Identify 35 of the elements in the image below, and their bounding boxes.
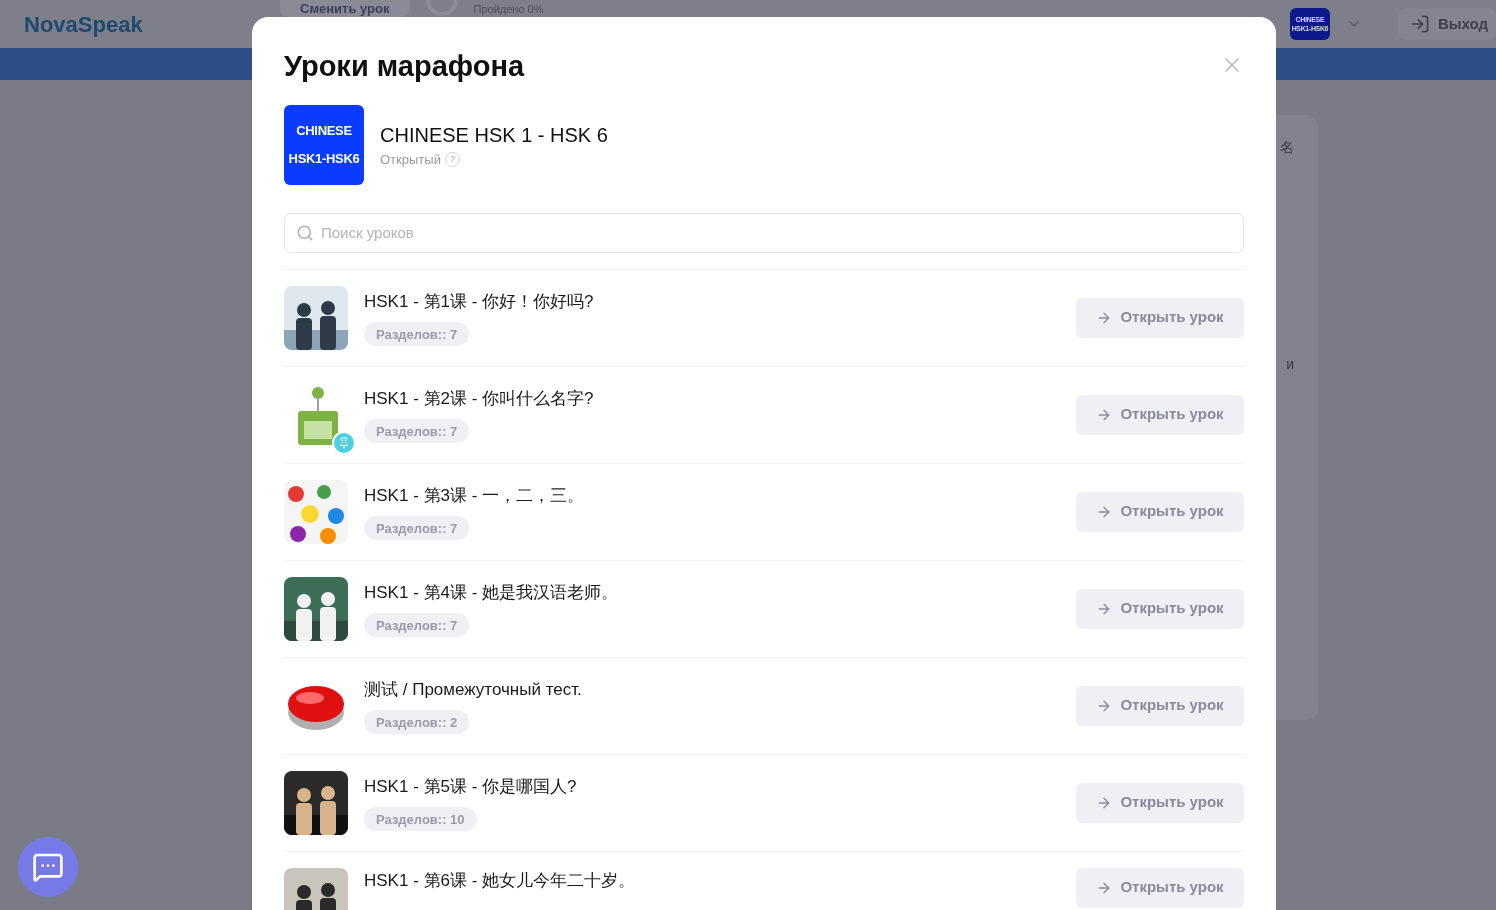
sections-tag: Разделов:: 7 [364, 613, 470, 638]
lesson-title: HSK1 - 第5课 - 你是哪国人? [364, 775, 578, 798]
logout-button[interactable]: Выход [1397, 8, 1496, 40]
course-logo-text: HSK1-HSK6 [288, 149, 360, 168]
open-lesson-button[interactable]: Открыть урок [1076, 588, 1244, 629]
open-lesson-button[interactable]: Открыть урок [1076, 782, 1244, 823]
lesson-title: 测试 / Промежуточный тест. [364, 678, 583, 701]
open-lesson-button[interactable]: Открыть урок [1076, 297, 1244, 338]
open-lesson-button[interactable]: Открыть урок [1076, 394, 1244, 435]
course-name: CHINESE HSK 1 - HSK 6 [380, 122, 608, 148]
card-text: 名 [1280, 138, 1294, 157]
sections-tag: Разделов:: 7 [364, 419, 470, 444]
sections-tag: Разделов:: 7 [364, 516, 470, 541]
search-field[interactable]: Поиск уроков [284, 212, 1244, 253]
lesson-title: HSK1 - 第4课 - 她是我汉语老师。 [364, 581, 620, 604]
course-logo-text: CHINESE [296, 122, 352, 140]
sections-tag: Разделов:: 2 [364, 710, 470, 735]
lesson-title: HSK1 - 第6课 - 她女儿今年二十岁。 [364, 869, 637, 892]
open-lesson-button[interactable]: Открыть урок [1076, 685, 1244, 726]
modal-title: Уроки марафона [284, 49, 525, 84]
change-lesson-button[interactable]: Сменить урок [280, 0, 410, 17]
open-lesson-button[interactable]: Открыть урок [1076, 491, 1244, 532]
sections-tag: Разделов:: 7 [364, 322, 470, 347]
site-logo: NovaSpeak [24, 10, 144, 39]
card-text: и [1286, 355, 1294, 374]
lesson-title: HSK1 - 第2课 - 你叫什么名字? [364, 387, 595, 410]
logout-icon [1409, 14, 1430, 34]
access-label: Открытый [380, 150, 441, 169]
open-lesson-button[interactable]: Открыть урок [1076, 867, 1244, 908]
search-icon [296, 223, 314, 242]
sections-tag: Разделов:: 10 [364, 807, 477, 832]
lesson-title: HSK1 - 第1课 - 你好！你好吗? [364, 290, 595, 313]
lesson-title: HSK1 - 第3课 - 一，二，三。 [364, 484, 586, 507]
chat-button[interactable] [18, 837, 78, 897]
chat-icon [32, 851, 64, 883]
